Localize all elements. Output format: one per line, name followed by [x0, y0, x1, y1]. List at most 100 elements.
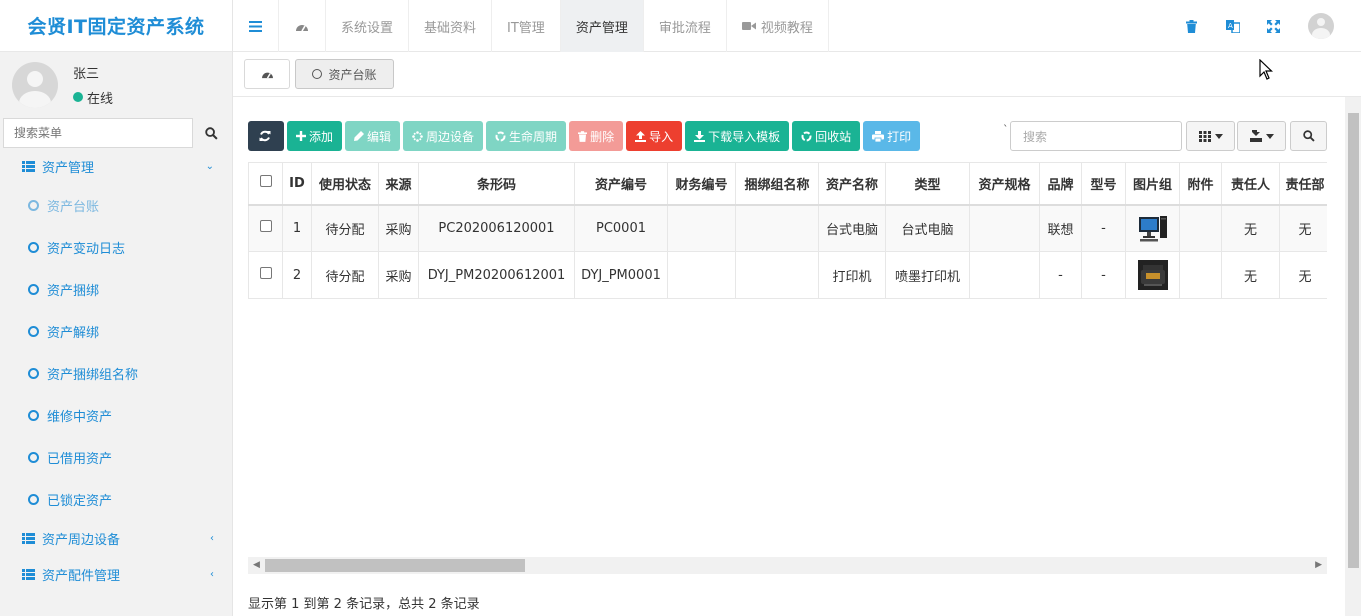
cell-source: 采购: [378, 251, 419, 299]
circle-icon: [28, 493, 39, 505]
desktop-computer-image[interactable]: [1138, 213, 1168, 243]
asset-table-container: ID 使用状态 来源 条形码 资产编号 财务编号 捆绑组名称 资产名称 类型 资…: [248, 162, 1327, 557]
row-checkbox[interactable]: [259, 220, 272, 233]
column-header[interactable]: 品牌: [1039, 162, 1082, 206]
columns-toggle-button[interactable]: [1186, 121, 1235, 151]
sidebar-item-bundle-group-name[interactable]: 资产捆绑组名称: [0, 352, 232, 394]
nav-system-settings[interactable]: 系统设置: [326, 0, 410, 52]
dashboard-nav-button[interactable]: [279, 0, 326, 52]
clear-cache-button[interactable]: [1171, 19, 1212, 33]
peripheral-button[interactable]: 周边设备: [403, 121, 484, 151]
horizontal-scrollbar[interactable]: ◀ ▶: [248, 557, 1327, 574]
menu-search-button[interactable]: [193, 118, 229, 148]
advanced-search-button[interactable]: [1290, 121, 1327, 151]
circle-icon: [28, 283, 39, 295]
nav-approval-flow[interactable]: 审批流程: [644, 0, 727, 52]
delete-button[interactable]: 删除: [569, 121, 624, 151]
video-camera-icon: [741, 22, 756, 30]
sidebar-item-bundle[interactable]: 资产捆绑: [0, 268, 232, 310]
sidebar-item-label: 资产变动日志: [47, 241, 126, 257]
menu-search-input[interactable]: [3, 118, 193, 148]
column-header[interactable]: 资产名称: [818, 162, 886, 206]
sidebar-item-asset-ledger[interactable]: 资产台账: [0, 184, 232, 226]
column-header[interactable]: 图片组: [1125, 162, 1180, 206]
sidebar-item-in-repair[interactable]: 维修中资产: [0, 394, 232, 436]
import-button[interactable]: 导入: [626, 121, 683, 151]
cell-owner: 无: [1221, 204, 1280, 252]
fullscreen-button[interactable]: [1253, 19, 1294, 33]
button-label: 添加: [309, 129, 334, 144]
column-header[interactable]: ID: [282, 162, 312, 206]
refresh-button[interactable]: [248, 121, 284, 151]
column-header[interactable]: 来源: [378, 162, 419, 206]
app-logo[interactable]: 会贤IT固定资产系统: [0, 0, 232, 52]
fullscreen-icon: [1267, 19, 1280, 33]
vertical-scrollbar[interactable]: [1345, 97, 1361, 616]
print-button[interactable]: 打印: [863, 121, 921, 151]
lifecycle-button[interactable]: 生命周期: [486, 121, 567, 151]
row-select-cell: [248, 204, 283, 252]
tab-asset-ledger[interactable]: 资产台账: [295, 59, 394, 89]
circle-icon: [28, 451, 39, 463]
cell-image: [1125, 204, 1180, 252]
cell-asset-no: DYJ_PM0001: [574, 251, 668, 299]
circle-icon: [28, 199, 39, 211]
nav-asset-management[interactable]: 资产管理: [560, 0, 644, 52]
column-header[interactable]: 附件: [1179, 162, 1222, 206]
export-button[interactable]: [1237, 121, 1286, 151]
column-header[interactable]: 资产规格: [969, 162, 1040, 206]
select-all-checkbox[interactable]: [259, 175, 272, 188]
cell-dept: 无: [1279, 204, 1327, 252]
recycle-bin-button[interactable]: 回收站: [792, 121, 861, 151]
scroll-left-arrow-icon[interactable]: ◀: [253, 560, 260, 570]
nav-it-management[interactable]: IT管理: [492, 0, 561, 52]
column-header[interactable]: 责任人: [1221, 162, 1280, 206]
main-content: 添加 编辑 周边设备 生命周期 删除 导入 下载导入模板 回收站 打印 ` 搜索…: [233, 97, 1345, 616]
user-avatar-button[interactable]: [1308, 13, 1334, 39]
nav-basic-data[interactable]: 基础资料: [409, 0, 493, 52]
svg-text:A: A: [1228, 22, 1233, 30]
circle-icon: [28, 325, 39, 337]
menu-group-accessories[interactable]: 资产配件管理 ‹: [0, 556, 232, 592]
download-icon: [694, 130, 706, 142]
hamburger-icon: [249, 20, 262, 32]
user-status-label: 在线: [87, 91, 114, 107]
printer-image[interactable]: [1137, 260, 1168, 290]
vertical-scroll-thumb[interactable]: [1348, 113, 1359, 568]
column-header[interactable]: 资产编号: [574, 162, 668, 206]
column-header[interactable]: 使用状态: [311, 162, 379, 206]
table-search-input[interactable]: 搜索: [1010, 121, 1182, 151]
column-header[interactable]: 类型: [885, 162, 970, 206]
horizontal-scroll-thumb[interactable]: [265, 559, 525, 572]
pencil-icon: [354, 131, 365, 141]
cell-type: 喷墨打印机: [885, 251, 970, 299]
mouse-cursor-icon: [1259, 59, 1273, 80]
scroll-right-arrow-icon[interactable]: ▶: [1315, 560, 1322, 570]
menu-group-peripherals[interactable]: 资产周边设备 ‹: [0, 520, 232, 556]
table-row[interactable]: 1 待分配 采购 PC202006120001 PC0001 台式电脑 台式电脑…: [248, 204, 1327, 252]
add-button[interactable]: 添加: [287, 121, 343, 151]
download-template-button[interactable]: 下载导入模板: [685, 121, 790, 151]
edit-button[interactable]: 编辑: [345, 121, 401, 151]
tab-dashboard[interactable]: [244, 59, 290, 89]
cell-status: 待分配: [311, 251, 379, 299]
column-header[interactable]: 责任部: [1279, 162, 1327, 206]
menu-search: [3, 118, 229, 148]
sidebar-item-unbundle[interactable]: 资产解绑: [0, 310, 232, 352]
language-button[interactable]: A: [1212, 19, 1253, 33]
column-header[interactable]: 型号: [1081, 162, 1126, 206]
sidebar-item-change-log[interactable]: 资产变动日志: [0, 226, 232, 268]
row-checkbox[interactable]: [259, 267, 272, 279]
table-row[interactable]: 2 待分配 采购 DYJ_PM20200612001 DYJ_PM0001 打印…: [248, 251, 1327, 299]
sidebar-item-borrowed[interactable]: 已借用资产: [0, 436, 232, 478]
nav-video-tutorial[interactable]: 视频教程: [727, 0, 829, 52]
column-header[interactable]: 财务编号: [667, 162, 736, 206]
sidebar-item-locked[interactable]: 已锁定资产: [0, 478, 232, 520]
menu-group-asset-management[interactable]: 资产管理 ⌄: [0, 148, 232, 184]
nav-label: 审批流程: [658, 20, 711, 36]
cell-barcode: DYJ_PM20200612001: [418, 251, 575, 299]
menu-toggle-button[interactable]: [233, 0, 279, 52]
column-header[interactable]: 条形码: [418, 162, 575, 206]
cell-asset-no: PC0001: [574, 204, 668, 252]
column-header[interactable]: 捆绑组名称: [735, 162, 819, 206]
